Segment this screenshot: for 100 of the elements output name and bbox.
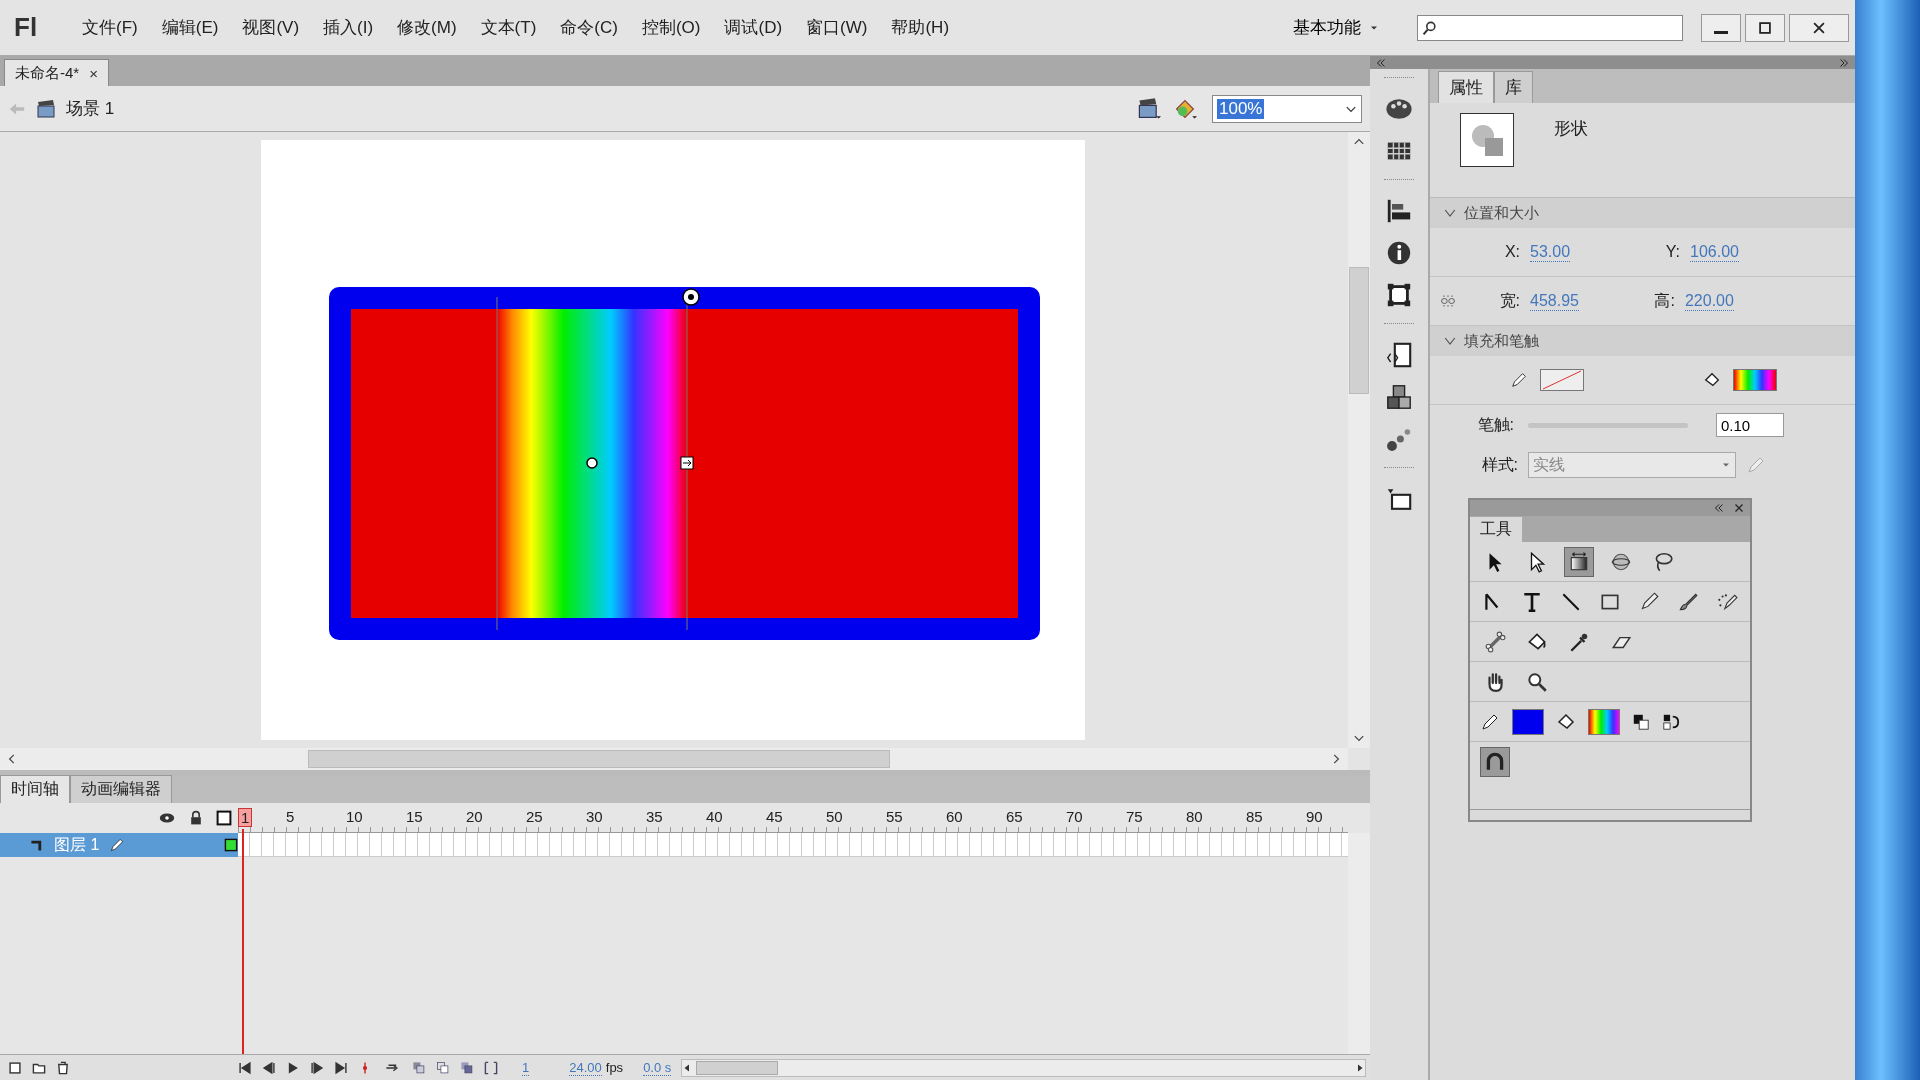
app-logo: Fl bbox=[13, 12, 39, 43]
default-colors-icon[interactable] bbox=[1632, 712, 1650, 731]
code-page-icon[interactable] bbox=[1385, 341, 1413, 369]
document-tab[interactable]: 未命名-4* × bbox=[4, 59, 109, 86]
info-icon[interactable] bbox=[1385, 239, 1413, 267]
new-layer-icon[interactable] bbox=[8, 1060, 22, 1075]
maximize-icon bbox=[1758, 20, 1772, 35]
scrollbar-thumb[interactable] bbox=[696, 1060, 779, 1075]
elapsed-time[interactable]: 0.0 s bbox=[643, 1059, 672, 1076]
scrollbar-thumb[interactable] bbox=[1349, 266, 1369, 394]
no-stroke-swatch[interactable] bbox=[1540, 369, 1584, 391]
section-header[interactable]: 填充和笔触 bbox=[1430, 326, 1855, 356]
collapse-icon[interactable] bbox=[1376, 57, 1386, 68]
fill-gradient-swatch[interactable] bbox=[1733, 369, 1777, 391]
onion-skin-icon[interactable] bbox=[412, 1060, 426, 1075]
frame-number: 65 bbox=[1006, 808, 1023, 825]
onion-outline-icon[interactable] bbox=[436, 1060, 450, 1075]
onion-markers-icon[interactable] bbox=[484, 1060, 498, 1075]
pencil-icon bbox=[109, 837, 126, 853]
frame-number: 40 bbox=[706, 808, 723, 825]
right-arrow-icon bbox=[1355, 1062, 1365, 1073]
panel-tab[interactable]: 库 bbox=[1494, 71, 1533, 103]
first-frame-icon[interactable] bbox=[238, 1060, 252, 1075]
playhead-frame-number[interactable]: 1 bbox=[238, 808, 253, 827]
edit-scene-icon[interactable] bbox=[1136, 96, 1162, 121]
magnifier-icon bbox=[1526, 670, 1548, 693]
fill-color-swatch[interactable] bbox=[1588, 708, 1620, 735]
close-button[interactable] bbox=[1789, 13, 1849, 42]
menu-item[interactable]: 文件(F) bbox=[70, 12, 150, 43]
menu-item[interactable]: 编辑(E) bbox=[149, 12, 231, 43]
frame-number: 75 bbox=[1126, 808, 1143, 825]
panel-tab[interactable]: 动画编辑器 bbox=[70, 775, 172, 803]
horizontal-scrollbar[interactable] bbox=[0, 748, 1348, 770]
menu-item[interactable]: 帮助(H) bbox=[879, 12, 962, 43]
collapse-icon[interactable] bbox=[1714, 503, 1724, 513]
panel-tab[interactable]: 属性 bbox=[1438, 71, 1494, 103]
frame-number: 5 bbox=[286, 808, 295, 825]
vertical-scrollbar[interactable] bbox=[1348, 132, 1370, 748]
stroke-color-swatch[interactable] bbox=[1512, 708, 1544, 735]
height-label: 高: bbox=[1653, 290, 1675, 311]
vertical-scrollbar[interactable] bbox=[1348, 833, 1370, 1054]
gradient-transform-icon bbox=[1568, 550, 1590, 573]
gradient-rectangle-drawing[interactable] bbox=[329, 287, 1040, 640]
menu-item[interactable]: 命令(C) bbox=[548, 12, 630, 43]
center-handle[interactable] bbox=[586, 457, 598, 469]
workspace-switcher[interactable]: 基本功能 bbox=[1285, 12, 1387, 43]
minimize-icon bbox=[1714, 31, 1728, 34]
magnet-icon bbox=[1484, 751, 1506, 773]
frame-number: 50 bbox=[826, 808, 843, 825]
lock-icon[interactable] bbox=[188, 810, 204, 826]
cubes-icon[interactable] bbox=[1385, 383, 1413, 411]
y-label: Y: bbox=[1664, 243, 1681, 261]
width-handle[interactable] bbox=[680, 456, 694, 470]
search-icon bbox=[1422, 19, 1438, 36]
outline-square-icon[interactable] bbox=[216, 810, 232, 826]
edit-multiple-frames-icon[interactable] bbox=[460, 1060, 474, 1075]
paint-bucket-icon[interactable] bbox=[1556, 711, 1576, 732]
panel-tab[interactable]: 工具 bbox=[1470, 517, 1522, 542]
transform-icon[interactable] bbox=[1385, 281, 1413, 309]
frame-number: 35 bbox=[646, 808, 663, 825]
stroke-slider[interactable] bbox=[1528, 422, 1688, 428]
menu-item[interactable]: 调试(D) bbox=[712, 12, 795, 43]
menu-item[interactable]: 文本(T) bbox=[468, 12, 549, 43]
zoom-dropdown[interactable]: 100% bbox=[1212, 94, 1362, 123]
menu-item[interactable]: 插入(I) bbox=[311, 12, 386, 43]
gradient-transform-tool[interactable] bbox=[1564, 546, 1594, 577]
rotation-handle[interactable] bbox=[682, 288, 700, 306]
stroke-field[interactable]: 0.10 bbox=[1716, 413, 1784, 437]
maximize-button[interactable] bbox=[1745, 13, 1785, 42]
menu-item[interactable]: 控制(O) bbox=[629, 12, 713, 43]
snap-tool[interactable] bbox=[1480, 747, 1510, 777]
clapperboard-icon bbox=[36, 98, 56, 119]
frame-rate[interactable]: 24.00 bbox=[569, 1059, 602, 1076]
frame-number: 15 bbox=[406, 808, 423, 825]
frame-number: 85 bbox=[1246, 808, 1263, 825]
menu-item[interactable]: 窗口(W) bbox=[794, 12, 880, 43]
frame-number: 90 bbox=[1306, 808, 1323, 825]
panel-tab[interactable]: 时间轴 bbox=[0, 775, 70, 803]
search-field[interactable] bbox=[1417, 14, 1683, 41]
frame-rate-unit: fps bbox=[605, 1059, 624, 1076]
play-icon[interactable] bbox=[286, 1060, 300, 1075]
trash-icon[interactable] bbox=[56, 1060, 70, 1075]
scrollbar-thumb[interactable] bbox=[308, 750, 890, 768]
timeline-scrollbar[interactable] bbox=[681, 1058, 1366, 1077]
next-frame-icon[interactable] bbox=[310, 1060, 324, 1075]
previous-frame-icon[interactable] bbox=[262, 1060, 276, 1075]
menu-item[interactable]: 修改(M) bbox=[385, 12, 469, 43]
close-icon[interactable] bbox=[1734, 503, 1744, 513]
align-icon[interactable] bbox=[1385, 197, 1413, 225]
last-frame-icon[interactable] bbox=[334, 1060, 348, 1075]
section-header[interactable]: 位置和大小 bbox=[1430, 198, 1855, 228]
swap-colors-icon[interactable] bbox=[1662, 712, 1680, 731]
tab-close-button[interactable]: × bbox=[89, 64, 98, 82]
menu-item[interactable]: 视图(V) bbox=[230, 12, 312, 43]
minimize-button[interactable] bbox=[1701, 13, 1741, 42]
expand-icon[interactable] bbox=[1839, 57, 1849, 68]
width-label: 宽: bbox=[1498, 290, 1520, 311]
paint-bucket-icon[interactable] bbox=[1703, 371, 1721, 389]
link-icon[interactable] bbox=[1438, 293, 1458, 309]
frame-number: 20 bbox=[466, 808, 483, 825]
